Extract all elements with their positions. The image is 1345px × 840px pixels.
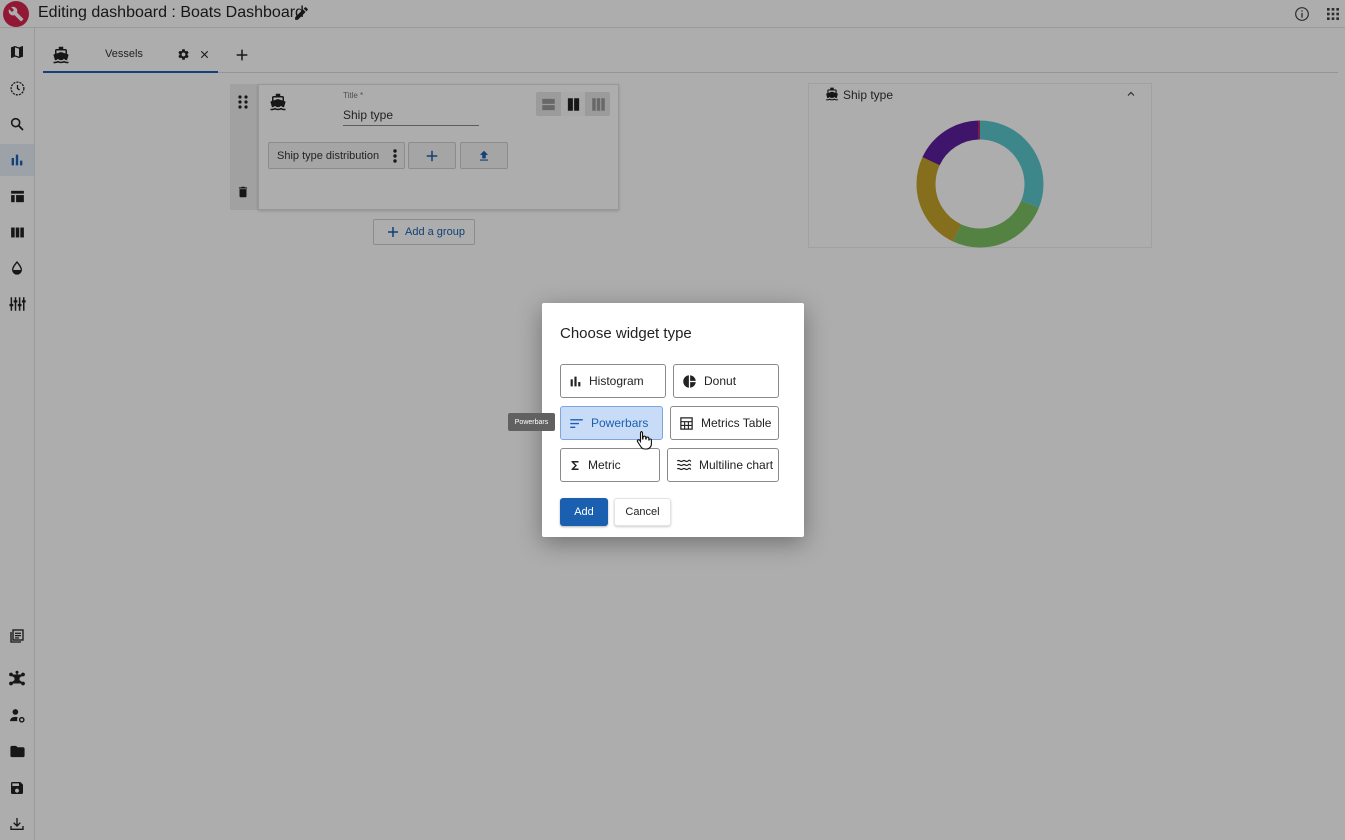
dialog-title: Choose widget type	[560, 325, 692, 342]
widget-type-metrics-table-button[interactable]: Metrics Table	[670, 406, 779, 440]
widget-type-label: Powerbars	[591, 416, 649, 430]
widget-type-multiline-button[interactable]: Multiline chart	[667, 448, 779, 482]
donut-icon	[683, 374, 696, 388]
hand-cursor-icon	[636, 430, 652, 450]
widget-type-histogram-button[interactable]: Histogram	[560, 364, 666, 398]
table-grid-icon	[680, 416, 693, 430]
widget-type-label: Histogram	[589, 374, 644, 388]
widget-type-label: Metrics Table	[701, 416, 772, 430]
cancel-button[interactable]: Cancel	[614, 498, 671, 526]
choose-widget-dialog: Choose widget type Histogram Donut Power…	[542, 303, 804, 537]
widget-type-label: Donut	[704, 374, 737, 388]
multiline-wave-icon	[676, 459, 692, 471]
widget-type-label: Metric	[588, 458, 621, 472]
sigma-icon	[571, 460, 579, 470]
histogram-icon	[570, 376, 581, 386]
powerbars-icon	[570, 418, 583, 428]
tooltip: Powerbars	[508, 413, 555, 431]
widget-type-metric-button[interactable]: Metric	[560, 448, 660, 482]
add-button[interactable]: Add	[560, 498, 608, 526]
widget-type-donut-button[interactable]: Donut	[673, 364, 779, 398]
widget-type-label: Multiline chart	[699, 458, 774, 472]
